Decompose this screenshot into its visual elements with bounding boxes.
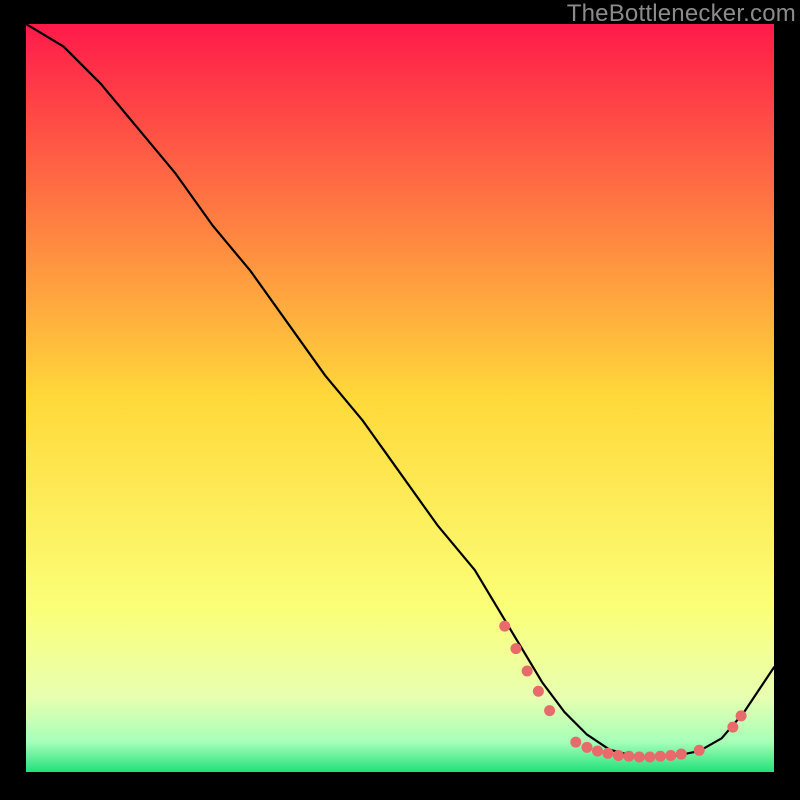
highlight-point xyxy=(533,686,544,697)
highlight-point xyxy=(736,710,747,721)
chart-frame xyxy=(26,24,774,772)
highlight-point xyxy=(582,742,593,753)
highlight-point xyxy=(623,751,634,762)
highlight-point xyxy=(665,750,676,761)
watermark-text: TheBottlenecker.com xyxy=(567,0,796,28)
highlight-point xyxy=(634,752,645,763)
highlight-point xyxy=(676,749,687,760)
highlight-point xyxy=(499,621,510,632)
highlight-point xyxy=(544,705,555,716)
highlight-point xyxy=(592,746,603,757)
highlight-point xyxy=(694,745,705,756)
highlight-point xyxy=(727,722,738,733)
highlight-point xyxy=(644,752,655,763)
highlight-point xyxy=(510,643,521,654)
highlight-point xyxy=(522,666,533,677)
gradient-background xyxy=(26,24,774,772)
highlight-point xyxy=(655,751,666,762)
bottleneck-chart xyxy=(26,24,774,772)
highlight-point xyxy=(570,737,581,748)
highlight-point xyxy=(613,750,624,761)
highlight-point xyxy=(602,748,613,759)
